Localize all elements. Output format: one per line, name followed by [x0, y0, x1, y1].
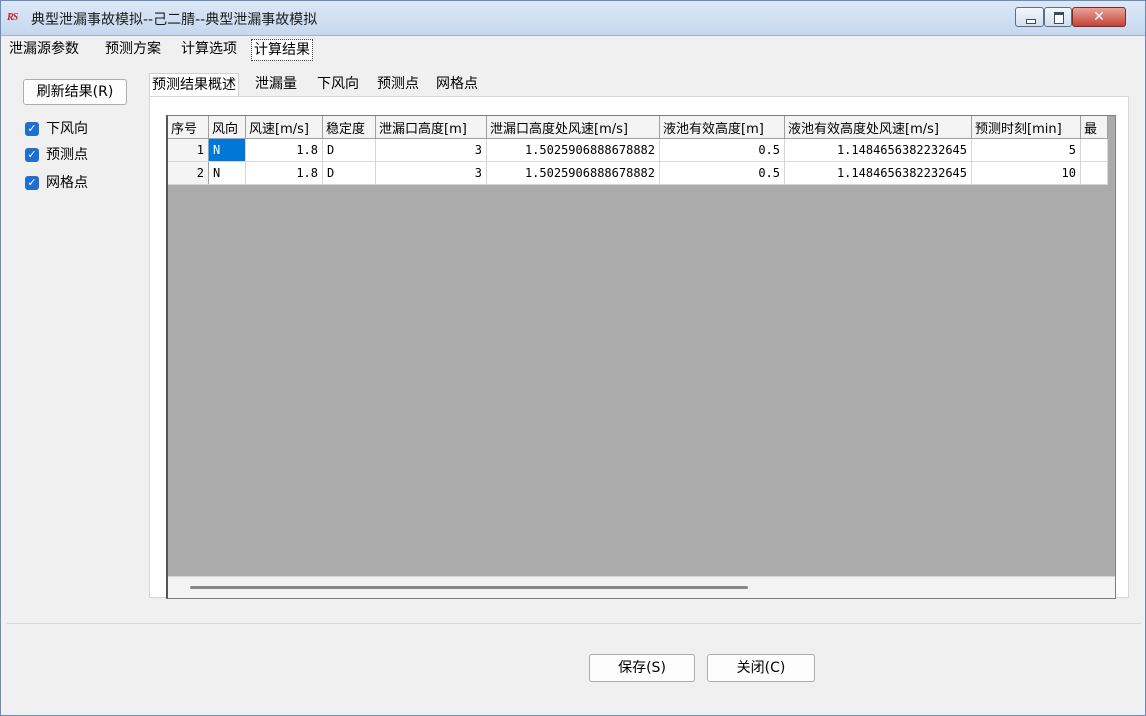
- table-header-row: 序号 风向 风速[m/s] 稳定度 泄漏口高度[m] 泄漏口高度处风速[m/s]…: [168, 116, 1108, 139]
- cell[interactable]: 1.5025906888678882: [486, 138, 660, 162]
- tab-calc-results[interactable]: 计算结果: [251, 39, 313, 61]
- col-header[interactable]: 泄漏口高度处风速[m/s]: [486, 116, 660, 139]
- save-button[interactable]: 保存(S): [589, 654, 695, 682]
- minimize-icon: [1026, 19, 1036, 24]
- left-options-panel: 刷新结果(R) ✓ 下风向 ✓ 预测点 ✓ 网格点: [11, 69, 139, 609]
- cell[interactable]: 2: [168, 161, 209, 185]
- close-window-button[interactable]: ✕: [1072, 7, 1126, 27]
- results-panel: 预测结果概述 泄漏量 下风向 预测点 网格点 序号 风向 风速[m/s] 稳定度…: [143, 67, 1141, 611]
- col-header[interactable]: 风向: [208, 116, 246, 139]
- scrollbar-thumb[interactable]: [190, 586, 748, 589]
- window-title: 典型泄漏事故模拟--己二腈--典型泄漏事故模拟: [31, 12, 318, 28]
- cell[interactable]: 1.1484656382232645: [784, 161, 972, 185]
- cell[interactable]: 1.8: [245, 161, 323, 185]
- tab-prediction-plan[interactable]: 预测方案: [105, 38, 161, 61]
- maximize-icon: [1054, 12, 1064, 24]
- cell[interactable]: D: [322, 138, 376, 162]
- table-row[interactable]: 1 N 1.8 D 3 1.5025906888678882 0.5 1.148…: [168, 138, 1108, 162]
- col-header[interactable]: 稳定度: [322, 116, 376, 139]
- close-button[interactable]: 关闭(C): [707, 654, 815, 682]
- cell-selected[interactable]: N: [208, 138, 246, 162]
- close-icon: ✕: [1093, 9, 1105, 25]
- col-header[interactable]: 风速[m/s]: [245, 116, 323, 139]
- divider: [7, 623, 1141, 624]
- footer-area: [1, 624, 1145, 715]
- cell[interactable]: [1080, 138, 1108, 162]
- cell[interactable]: 1.8: [245, 138, 323, 162]
- cell[interactable]: 0.5: [659, 138, 785, 162]
- checkbox-label: 预测点: [46, 147, 88, 163]
- col-header[interactable]: 序号: [168, 116, 209, 139]
- results-grid[interactable]: 序号 风向 风速[m/s] 稳定度 泄漏口高度[m] 泄漏口高度处风速[m/s]…: [166, 115, 1116, 599]
- check-icon: ✓: [25, 148, 39, 162]
- subtab-leak-amount[interactable]: 泄漏量: [255, 73, 297, 95]
- tab-calc-options[interactable]: 计算选项: [181, 38, 237, 61]
- checkbox-label: 网格点: [46, 175, 88, 191]
- cell[interactable]: 3: [375, 161, 487, 185]
- subtab-grid-points[interactable]: 网格点: [436, 73, 478, 95]
- check-icon: ✓: [25, 176, 39, 190]
- overview-frame: 序号 风向 风速[m/s] 稳定度 泄漏口高度[m] 泄漏口高度处风速[m/s]…: [149, 96, 1129, 599]
- subtab-prediction-points[interactable]: 预测点: [377, 73, 419, 95]
- cell[interactable]: 3: [375, 138, 487, 162]
- col-header[interactable]: 液池有效高度[m]: [659, 116, 785, 139]
- checkbox-label: 下风向: [46, 121, 88, 137]
- cell[interactable]: 5: [971, 138, 1081, 162]
- check-icon: ✓: [25, 122, 39, 136]
- app-logo-icon: RS: [7, 12, 18, 23]
- results-table: 序号 风向 风速[m/s] 稳定度 泄漏口高度[m] 泄漏口高度处风速[m/s]…: [168, 116, 1108, 185]
- col-header[interactable]: 液池有效高度处风速[m/s]: [784, 116, 972, 139]
- horizontal-scrollbar[interactable]: [168, 576, 1115, 598]
- cell[interactable]: [1080, 161, 1108, 185]
- title-bar: RS 典型泄漏事故模拟--己二腈--典型泄漏事故模拟 ✕: [1, 1, 1145, 36]
- cell[interactable]: 1.1484656382232645: [784, 138, 972, 162]
- cell[interactable]: D: [322, 161, 376, 185]
- subtab-downwind[interactable]: 下风向: [317, 73, 359, 95]
- refresh-results-button[interactable]: 刷新结果(R): [23, 79, 127, 105]
- subtab-overview[interactable]: 预测结果概述: [149, 73, 239, 96]
- tab-leak-source-params[interactable]: 泄漏源参数: [9, 38, 79, 61]
- cell[interactable]: 1.5025906888678882: [486, 161, 660, 185]
- app-window: RS 典型泄漏事故模拟--己二腈--典型泄漏事故模拟 ✕ 泄漏源参数 预测方案 …: [0, 0, 1146, 716]
- col-header[interactable]: 泄漏口高度[m]: [375, 116, 487, 139]
- cell[interactable]: 0.5: [659, 161, 785, 185]
- minimize-button[interactable]: [1015, 7, 1044, 27]
- maximize-button[interactable]: [1044, 7, 1072, 27]
- col-header[interactable]: 最: [1080, 116, 1108, 139]
- cell[interactable]: N: [208, 161, 246, 185]
- table-row[interactable]: 2 N 1.8 D 3 1.5025906888678882 0.5 1.148…: [168, 161, 1108, 185]
- col-header[interactable]: 预测时刻[min]: [971, 116, 1081, 139]
- cell[interactable]: 10: [971, 161, 1081, 185]
- cell[interactable]: 1: [168, 138, 209, 162]
